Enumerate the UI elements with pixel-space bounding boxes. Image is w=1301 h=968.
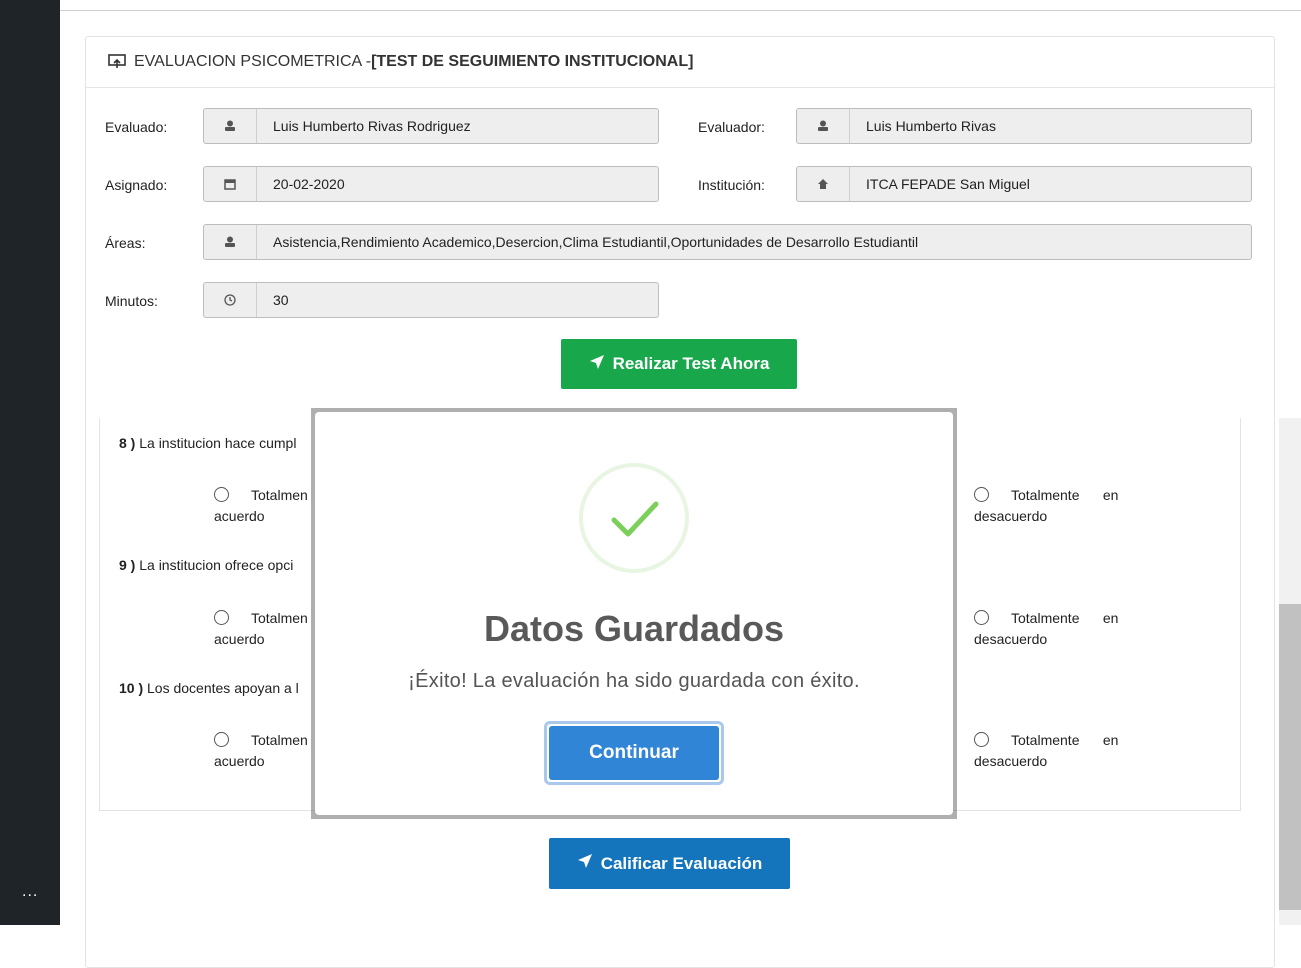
- home-icon: [797, 167, 850, 201]
- question-10: 10 ) Los docentes apoyan a l: [119, 680, 299, 696]
- question-8-option-left[interactable]: Totalmen acuerdo: [214, 485, 308, 527]
- institucion-value: ITCA FEPADE San Miguel: [866, 176, 1030, 192]
- asignado-value: 20-02-2020: [273, 176, 345, 192]
- question-9-option-right[interactable]: Totalmente en desacuerdo: [974, 608, 1118, 650]
- areas-field: Asistencia,Rendimiento Academico,Deserci…: [203, 224, 1252, 260]
- minutos-label: Minutos:: [105, 293, 158, 309]
- institucion-field: ITCA FEPADE San Miguel: [796, 166, 1252, 202]
- success-dialog: Datos Guardados ¡Éxito! La evaluación ha…: [315, 412, 953, 815]
- question-8: 8 ) La institucion hace cumpl: [119, 435, 297, 451]
- continuar-button[interactable]: Continuar: [544, 721, 724, 785]
- evaluado-field: Luis Humberto Rivas Rodriguez: [203, 108, 659, 144]
- success-check-icon: [579, 463, 689, 573]
- radio-icon[interactable]: [214, 610, 229, 625]
- question-10-option-right[interactable]: Totalmente en desacuerdo: [974, 730, 1118, 772]
- calendar-icon: [204, 167, 257, 201]
- user-icon: [797, 109, 850, 143]
- send-icon: [589, 354, 605, 375]
- panel-header: EVALUACION PSICOMETRICA - [TEST DE SEGUI…: [86, 37, 1274, 88]
- dialog-title: Datos Guardados: [483, 608, 785, 649]
- evaluado-value: Luis Humberto Rivas Rodriguez: [273, 118, 471, 134]
- areas-label: Áreas:: [105, 235, 146, 251]
- realizar-test-button[interactable]: Realizar Test Ahora: [561, 339, 797, 389]
- realizar-test-label: Realizar Test Ahora: [612, 354, 770, 373]
- radio-icon[interactable]: [214, 732, 229, 747]
- send-icon: [577, 853, 593, 874]
- export-icon: [108, 54, 126, 70]
- minutos-field: 30: [203, 282, 659, 318]
- dialog-message: ¡Éxito! La evaluación ha sido guardada c…: [408, 670, 860, 692]
- evaluador-label: Evaluador:: [698, 119, 765, 135]
- areas-value: Asistencia,Rendimiento Academico,Deserci…: [273, 234, 919, 250]
- evaluador-value: Luis Humberto Rivas: [866, 118, 996, 134]
- calificar-evaluacion-label: Calificar Evaluación: [600, 853, 763, 873]
- evaluador-field: Luis Humberto Rivas: [796, 108, 1252, 144]
- panel-title-bold: [TEST DE SEGUIMIENTO INSTITUCIONAL]: [371, 53, 694, 70]
- question-9: 9 ) La institucion ofrece opci: [119, 557, 294, 573]
- continuar-label[interactable]: Continuar: [549, 726, 719, 780]
- radio-icon[interactable]: [214, 487, 229, 502]
- user-icon: [204, 109, 257, 143]
- scrollbar[interactable]: [1279, 418, 1301, 925]
- minutos-value: 30: [273, 292, 289, 308]
- more-options-icon[interactable]: ...: [22, 883, 38, 901]
- institucion-label: Institución:: [698, 177, 765, 193]
- top-border: [60, 0, 1301, 11]
- panel-title-prefix: EVALUACION PSICOMETRICA -: [134, 53, 372, 70]
- radio-icon[interactable]: [974, 610, 989, 625]
- clock-icon: [204, 283, 257, 317]
- calificar-evaluacion-button[interactable]: Calificar Evaluación: [549, 838, 790, 889]
- scrollbar-thumb[interactable]: [1279, 604, 1301, 910]
- question-8-option-right[interactable]: Totalmente en desacuerdo: [974, 485, 1118, 527]
- question-9-option-left[interactable]: Totalmen acuerdo: [214, 608, 308, 650]
- asignado-label: Asignado:: [105, 177, 168, 193]
- question-10-option-left[interactable]: Totalmen acuerdo: [214, 730, 308, 772]
- evaluado-label: Evaluado:: [105, 119, 168, 135]
- user-icon: [204, 225, 257, 259]
- radio-icon[interactable]: [974, 732, 989, 747]
- asignado-field: 20-02-2020: [203, 166, 659, 202]
- sidebar: ...: [0, 0, 60, 925]
- radio-icon[interactable]: [974, 487, 989, 502]
